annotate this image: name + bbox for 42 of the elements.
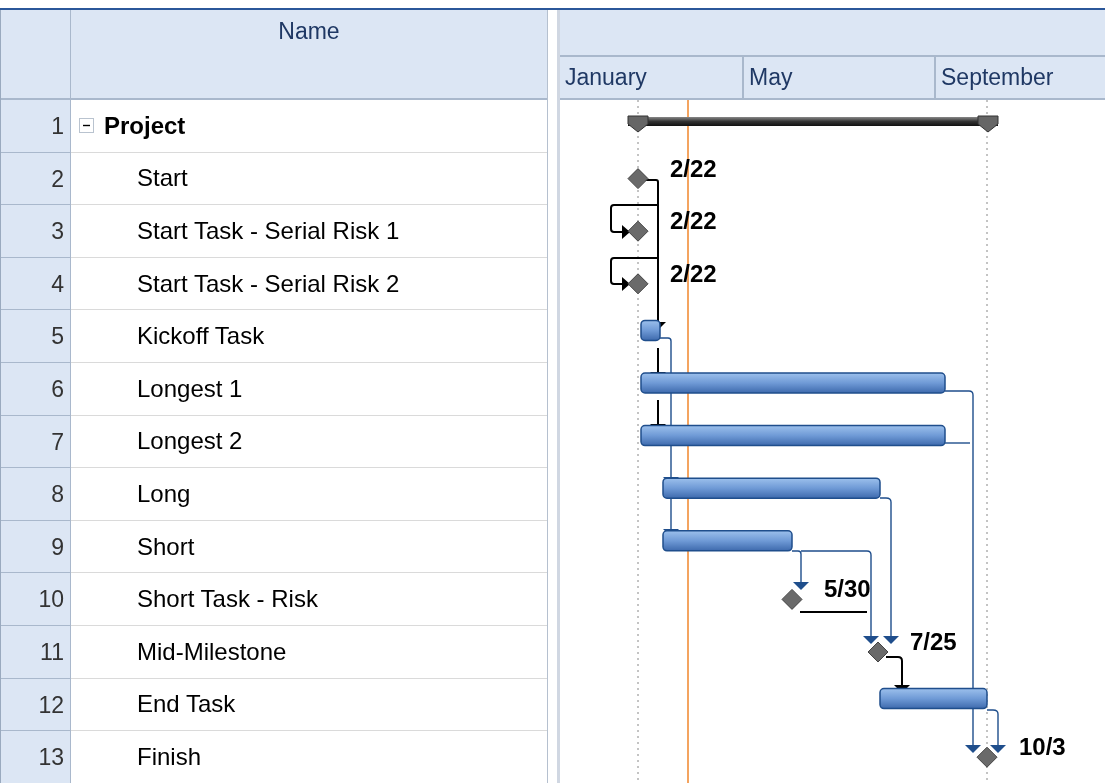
task-name: Project: [104, 110, 186, 141]
task-bar: [640, 319, 661, 342]
task-name: Short Task - Risk: [137, 584, 318, 615]
task-name: Start Task - Serial Risk 2: [137, 268, 400, 299]
timescale-label: January: [560, 57, 744, 98]
date-label: 10/3: [1019, 733, 1066, 761]
row-number: 9: [1, 520, 71, 574]
task-name: Start: [137, 163, 188, 194]
row-number: 1: [1, 100, 71, 153]
milestone-icon: [627, 273, 649, 295]
row-number: 13: [1, 731, 71, 783]
collapse-toggle[interactable]: [79, 118, 94, 134]
row-number: 8: [1, 468, 71, 521]
row-number: 6: [1, 362, 71, 416]
milestone-icon: [867, 641, 889, 663]
dependency-arrow: [986, 709, 1006, 753]
row-number: 10: [1, 573, 71, 626]
task-name: Mid-Milestone: [137, 636, 287, 667]
task-name: Longest 2: [137, 426, 243, 457]
task-name: Short: [137, 531, 195, 562]
row-number: 11: [1, 625, 71, 679]
timescale-label: May: [744, 57, 936, 98]
column-header: Name: [277, 17, 341, 46]
milestone-icon: [627, 168, 649, 190]
task-name: Finish: [137, 741, 202, 772]
task-name: Start Task - Serial Risk 1: [137, 216, 400, 246]
task-name: Kickoff Task: [137, 321, 265, 352]
timescale-label: September: [936, 57, 1105, 98]
milestone-icon: [976, 746, 998, 768]
row-number: 5: [1, 310, 71, 363]
task-name: Longest 1: [137, 373, 243, 404]
date-label: 7/25: [910, 628, 957, 655]
task-name: End Task: [137, 689, 236, 720]
row-number: 4: [1, 257, 71, 311]
row-number: 7: [1, 415, 71, 469]
row-number: 12: [1, 678, 71, 732]
date-label: 5/30: [824, 575, 871, 603]
row-number: 2: [1, 152, 71, 206]
task-name: Long: [137, 478, 191, 509]
row-number: 3: [1, 205, 71, 258]
milestone-icon: [781, 588, 803, 610]
milestone-icon: [627, 220, 649, 242]
